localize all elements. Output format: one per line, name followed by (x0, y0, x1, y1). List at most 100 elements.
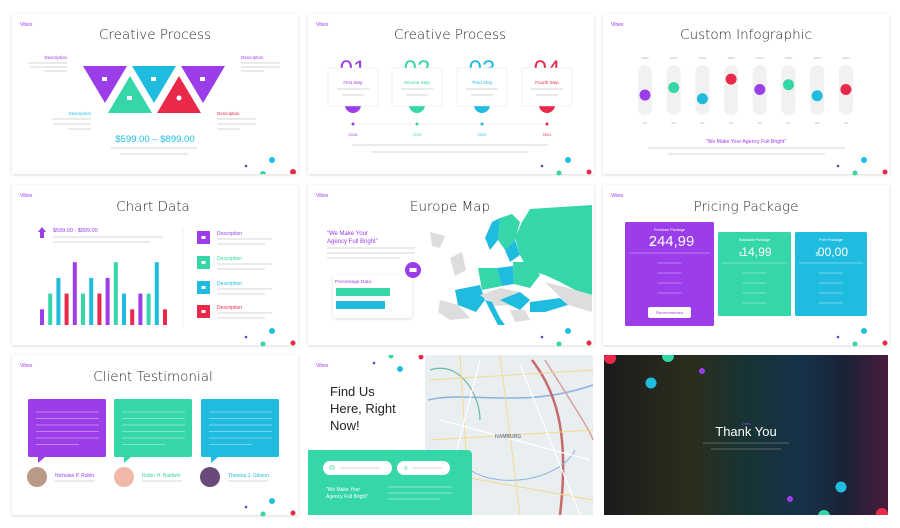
brand-label: Vibes (316, 193, 329, 199)
slide-creative-process-triangles[interactable]: Vibes Creative Process Description Descr… (12, 14, 298, 177)
icon-glyph (201, 261, 206, 264)
slider-track[interactable] (810, 65, 825, 115)
slider-max-label: 100% (727, 56, 735, 60)
package-price: 00,00 (818, 245, 849, 259)
slide-chart-data[interactable]: Vibes Chart Data $599.00 - $899.00 Descr… (12, 185, 298, 347)
step-year: 2020 (478, 132, 488, 137)
slider-handle[interactable] (639, 89, 651, 101)
slider-handle[interactable] (725, 73, 737, 85)
title-line-1: Find Us (330, 384, 375, 399)
client-name: Theresa J. Gibson (228, 473, 269, 479)
testimonial-card (114, 399, 192, 457)
slide-client-testimonial[interactable]: Vibes Client Testimonial Nicholas P. Rob… (12, 355, 298, 517)
slider-handle[interactable] (754, 84, 766, 95)
slide-title: Thank You (715, 424, 776, 439)
slider-max-label: 100% (756, 56, 764, 60)
testimonial-card (201, 399, 279, 457)
slider-track[interactable] (695, 65, 710, 115)
slider-handle[interactable] (811, 90, 823, 102)
brand-label: Vibes (611, 22, 624, 28)
quote: “We Make Your Agency Full Bright” (706, 139, 787, 145)
chart-icon-glyph (409, 268, 417, 272)
quote-line-1: “We Make Your (326, 487, 360, 493)
slider-max-label: 100% (670, 56, 678, 60)
slide-title: Creative Process (394, 27, 506, 43)
slide-custom-infographic[interactable]: Vibes Custom Infographic 100% 0% 100% 0% 100… (603, 14, 889, 176)
timeline-dot (545, 122, 549, 126)
avatar (114, 467, 134, 487)
progress-bar-cyan (336, 301, 385, 309)
phone-icon: ✆ (404, 466, 408, 472)
slide-creative-process-steps[interactable]: Vibes Creative Process 01First Step20180… (308, 14, 594, 176)
package-price: 14,99 (741, 245, 772, 259)
bar (56, 277, 61, 325)
brand-label: Vibes (20, 363, 33, 369)
slider-min-label: 0% (700, 121, 705, 125)
slide-grid: Vibes Creative Process Description Descr… (12, 14, 889, 522)
mail-icon (127, 96, 132, 100)
monitor-icon (151, 77, 156, 81)
slider-max-label: 100% (699, 56, 707, 60)
briefcase-icon (102, 77, 107, 81)
title-line-2: Here, Right (330, 401, 396, 416)
client-name: Nicholas P. Robin (55, 473, 94, 479)
bar (113, 262, 118, 325)
timeline-dot (351, 122, 355, 126)
slide-pricing[interactable]: Vibes Pricing Package Premium Package$24… (603, 185, 889, 347)
step-year: 2021 (543, 132, 553, 137)
step-year: 2019 (413, 132, 423, 137)
slider-max-label: 100% (785, 56, 793, 60)
timeline-dot (415, 122, 419, 126)
bar (72, 262, 77, 325)
bar (89, 277, 94, 325)
bar (81, 293, 85, 325)
slide-title: Client Testimonial (93, 369, 212, 385)
slider-min-label: 0% (758, 121, 763, 125)
eye-icon (176, 95, 182, 101)
bar (163, 309, 167, 325)
slider-handle[interactable] (840, 84, 852, 95)
brand-label: Vibes (20, 193, 33, 199)
package-name: Free Package (819, 238, 843, 242)
slider-min-label: 0% (815, 121, 820, 125)
step-label: Third Step (472, 80, 493, 85)
slider-track[interactable] (724, 65, 739, 115)
slider-max-label: 100% (842, 56, 850, 60)
slider-handle[interactable] (783, 79, 794, 91)
slide-title: Pricing Package (694, 199, 799, 215)
bar (122, 293, 126, 325)
step-card[interactable] (521, 67, 573, 107)
step-card[interactable] (456, 67, 508, 107)
slide-thank-you[interactable]: Vibes Thank You (604, 350, 888, 522)
description-label: Description (217, 231, 242, 237)
price-range: $599.00 – $899.00 (115, 134, 194, 145)
slider-min-label: 0% (643, 121, 648, 125)
slide-europe-map[interactable]: Vibes Europe Map “We Make Your Agency Fu… (308, 185, 594, 347)
slide-find-us[interactable]: HAMBURG Vibes Find Us Here, Right Now! ✆… (308, 354, 594, 516)
step-card[interactable] (327, 67, 379, 107)
description-2: Description (241, 55, 264, 60)
description-3: Description (68, 111, 91, 116)
slider-min-label: 0% (729, 121, 734, 125)
package-name: Standard Package (739, 238, 770, 242)
slider-handle[interactable] (668, 82, 680, 94)
package-name: Premium Package (654, 228, 685, 232)
step-label: Second Step (404, 80, 430, 85)
slider-min-label: 0% (844, 121, 849, 125)
bar (64, 293, 69, 325)
bar (97, 293, 102, 325)
avatar (27, 467, 47, 487)
brand-label: Vibes (20, 22, 33, 28)
icon-glyph (201, 286, 206, 289)
chat-icon (200, 77, 205, 81)
bar (138, 293, 143, 325)
slide-title: Custom Infographic (680, 27, 812, 43)
slider-handle[interactable] (696, 93, 708, 105)
icon-glyph (201, 236, 206, 239)
description-label: Description (217, 305, 242, 311)
slider-min-label: 0% (786, 121, 791, 125)
step-card[interactable] (391, 67, 443, 107)
quote-line-2: Agency Full Bright” (326, 494, 369, 500)
step-label: First Step (343, 80, 363, 85)
bar (130, 309, 135, 325)
